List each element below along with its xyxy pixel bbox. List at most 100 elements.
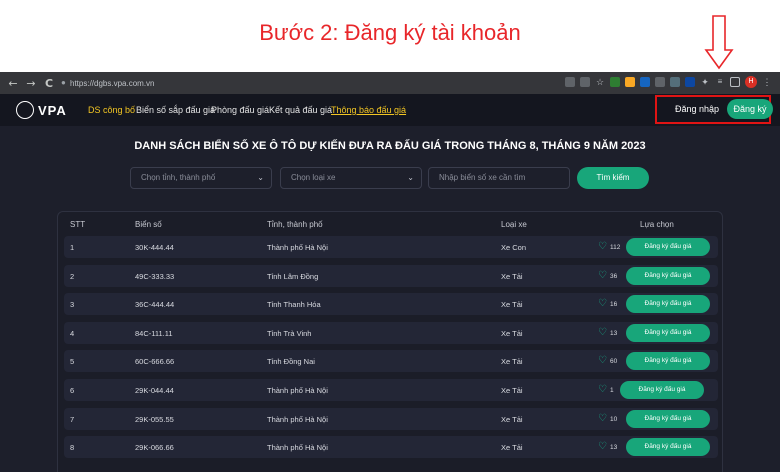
- register-auction-button[interactable]: Đăng ký đấu giá: [620, 381, 704, 399]
- forward-arrow-icon[interactable]: →: [22, 77, 40, 90]
- row-vehicle-type: Xe Tải: [501, 414, 523, 424]
- plate-search-placeholder: Nhập biển số xe cần tìm: [439, 173, 526, 182]
- header-plate: Biển số: [135, 220, 162, 229]
- register-auction-button[interactable]: Đăng ký đấu giá: [626, 438, 710, 457]
- shield-extension-icon[interactable]: [610, 77, 620, 87]
- address-bar[interactable]: ● https://dgbs.vpa.com.vn: [58, 74, 566, 92]
- browser-toolbar: ← → C ● https://dgbs.vpa.com.vn ☆ ✦ ≡ H …: [0, 72, 780, 94]
- register-auction-button[interactable]: Đăng ký đấu giá: [626, 323, 710, 342]
- sidepanel-icon[interactable]: [730, 77, 740, 87]
- heart-icon[interactable]: ♡: [598, 298, 607, 309]
- table-row: 8 29K-066.66 Thành phố Hà Nội Xe Tải ♡ 13 Đăng…: [64, 436, 718, 459]
- row-province: Thành phố Hà Nội: [267, 243, 328, 252]
- nav-ket-qua-dau-gia[interactable]: Kết quả đấu giá: [269, 105, 332, 115]
- heart-icon[interactable]: ♡: [598, 241, 607, 252]
- url-text: https://dgbs.vpa.com.vn: [70, 78, 155, 88]
- vehicle-type-placeholder: Chọn loại xe: [291, 173, 336, 182]
- row-stt: 4: [70, 328, 75, 338]
- profile-avatar[interactable]: H: [745, 76, 757, 88]
- translate-extension-icon[interactable]: [685, 77, 695, 87]
- logo-emblem-icon: [16, 101, 34, 119]
- menu-dots-icon[interactable]: ⋮: [762, 77, 772, 87]
- like-count: 112: [610, 244, 621, 251]
- row-province: Tỉnh Lâm Đồng: [267, 271, 319, 281]
- star-icon[interactable]: ☆: [595, 77, 605, 87]
- like-count: 1: [610, 387, 614, 394]
- like-count: 16: [610, 301, 618, 309]
- row-province: Tỉnh Đồng Nai: [267, 357, 315, 367]
- table-row: 5 60C-666.66 Tỉnh Đồng Nai Xe Tải ♡ 60 Đăng ký…: [64, 350, 718, 373]
- nav-thong-bao-dau-gia[interactable]: Thông báo đấu giá: [331, 105, 406, 115]
- share-icon[interactable]: [580, 77, 590, 87]
- row-stt: 3: [70, 300, 75, 310]
- row-plate: 29K-055.55: [135, 414, 174, 424]
- globe-icon[interactable]: [670, 77, 680, 87]
- lock-icon: ●: [61, 78, 66, 87]
- nav-bien-so-sap-dau-gia[interactable]: Biển số sắp đấu giá: [136, 105, 215, 115]
- register-auction-button[interactable]: Đăng ký đấu giá: [626, 295, 710, 314]
- row-vehicle-type: Xe Tải: [501, 328, 523, 338]
- register-auction-button[interactable]: Đăng ký đấu giá: [626, 409, 710, 428]
- row-stt: 8: [70, 443, 75, 453]
- row-vehicle-type: Xe Con: [501, 243, 527, 252]
- sound-icon[interactable]: [655, 77, 665, 87]
- nav-ds-cong-bo[interactable]: DS công bố: [88, 105, 135, 115]
- row-province: Thành phố Hà Nội: [267, 414, 328, 424]
- signup-button[interactable]: Đăng ký: [727, 99, 773, 119]
- nav-phong-dau-gia[interactable]: Phòng đấu giá: [211, 105, 269, 115]
- vehicle-type-select[interactable]: Chọn loại xe ⌄: [280, 167, 422, 189]
- row-province: Thành phố Hà Nội: [267, 443, 328, 453]
- plates-table: STT Biển số Tỉnh, thành phố Loại xe Lựa …: [57, 211, 723, 472]
- register-auction-button[interactable]: Đăng ký đấu giá: [626, 238, 710, 256]
- google-icon[interactable]: [565, 77, 575, 87]
- row-plate: 36C-444.44: [135, 300, 175, 310]
- header-province: Tỉnh, thành phố: [267, 220, 323, 229]
- heart-icon[interactable]: ♡: [598, 413, 607, 424]
- reload-icon[interactable]: C: [40, 77, 58, 90]
- row-vehicle-type: Xe Tải: [501, 443, 523, 453]
- province-select[interactable]: Chọn tỉnh, thành phố ⌄: [130, 167, 272, 189]
- row-stt: 5: [70, 357, 75, 367]
- chevron-down-icon: ⌄: [407, 173, 414, 182]
- translate-icon[interactable]: [640, 77, 650, 87]
- puzzle-icon[interactable]: ✦: [700, 77, 710, 87]
- row-plate: 84C-111.11: [135, 328, 173, 338]
- step-caption: Bước 2: Đăng ký tài khoản: [259, 20, 521, 45]
- plate-search-input[interactable]: Nhập biển số xe cần tìm: [428, 167, 570, 189]
- header-options: Lựa chọn: [640, 220, 674, 229]
- search-button[interactable]: Tìm kiếm: [577, 167, 649, 189]
- heart-icon[interactable]: ♡: [598, 327, 607, 338]
- row-plate: 29K-044.44: [135, 386, 174, 395]
- tutorial-header: Bước 2: Đăng ký tài khoản: [0, 0, 780, 72]
- row-province: Thành phố Hà Nội: [267, 386, 328, 395]
- table-row: 1 30K-444.44 Thành phố Hà Nội Xe Con ♡ 112 Đăn…: [64, 236, 718, 258]
- province-select-placeholder: Chọn tỉnh, thành phố: [141, 173, 216, 182]
- login-link[interactable]: Đăng nhập: [675, 104, 719, 114]
- back-arrow-icon[interactable]: ←: [4, 77, 22, 90]
- row-stt: 7: [70, 414, 75, 424]
- like-count: 60: [610, 358, 618, 366]
- row-province: Tỉnh Thanh Hóa: [267, 300, 321, 310]
- row-plate: 49C-333.33: [135, 271, 175, 281]
- like-count: 13: [610, 444, 618, 452]
- chevron-down-icon: ⌄: [257, 173, 264, 182]
- row-vehicle-type: Xe Tải: [501, 300, 523, 310]
- top-navigation: VPA DS công bố Biển số sắp đấu giá Phòng…: [0, 94, 780, 126]
- heart-icon[interactable]: ♡: [598, 441, 607, 452]
- register-auction-button[interactable]: Đăng ký đấu giá: [626, 352, 710, 371]
- table-row: 6 29K-044.44 Thành phố Hà Nội Xe Tải ♡ 1 Đăng …: [64, 379, 718, 401]
- heart-icon[interactable]: ♡: [598, 270, 607, 281]
- register-auction-button[interactable]: Đăng ký đấu giá: [626, 266, 710, 285]
- heart-icon[interactable]: ♡: [598, 384, 607, 395]
- like-count: 13: [610, 329, 618, 337]
- logo-text: VPA: [38, 102, 67, 118]
- heart-icon[interactable]: ♡: [598, 355, 607, 366]
- table-row: 2 49C-333.33 Tỉnh Lâm Đồng Xe Tải ♡ 36 Đăng ký…: [64, 264, 718, 287]
- page-title: DANH SÁCH BIỂN SỐ XE Ô TÔ DỰ KIẾN ĐƯA RA…: [134, 140, 646, 152]
- playlist-icon[interactable]: ≡: [715, 77, 725, 87]
- extension-icon[interactable]: [625, 77, 635, 87]
- header-type: Loại xe: [501, 220, 527, 229]
- table-row: 7 29K-055.55 Thành phố Hà Nội Xe Tải ♡ 10 Đăng…: [64, 407, 718, 430]
- vpa-logo[interactable]: VPA: [16, 101, 67, 119]
- row-stt: 2: [70, 271, 75, 281]
